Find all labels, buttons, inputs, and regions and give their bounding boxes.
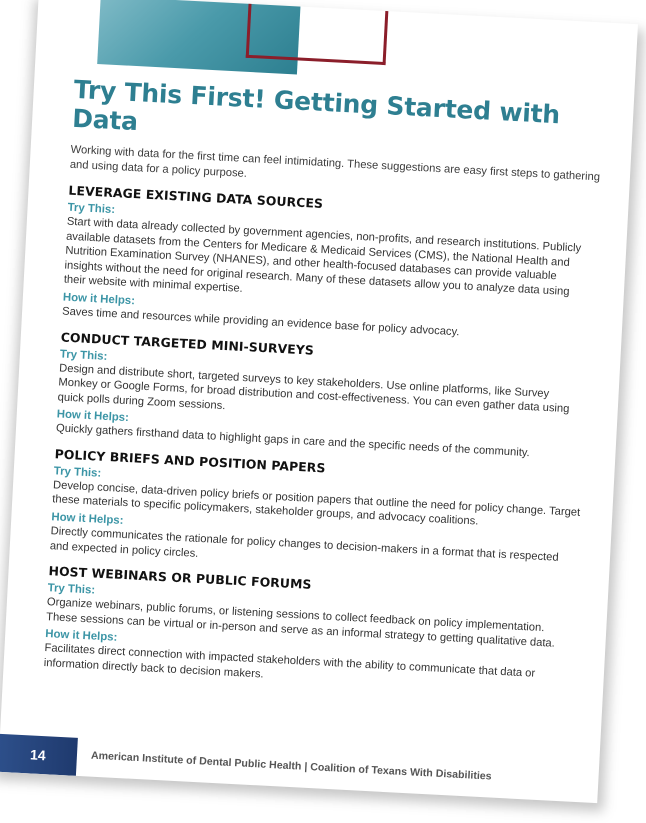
red-accent-frame [245, 0, 392, 66]
section-webinars: HOST WEBINARS OR PUBLIC FORUMS Try This:… [43, 563, 578, 698]
page-content: Try This First! Getting Started with Dat… [43, 75, 603, 698]
page-number: 14 [0, 733, 78, 776]
section-mini-surveys: CONDUCT TARGETED MINI-SURVEYS Try This: … [56, 329, 591, 464]
section-leverage-data: LEVERAGE EXISTING DATA SOURCES Try This:… [62, 183, 598, 347]
section-policy-briefs: POLICY BRIEFS AND POSITION PAPERS Try Th… [50, 446, 585, 581]
footer-organizations: American Institute of Dental Public Heal… [90, 749, 492, 783]
document-page: Try This First! Getting Started with Dat… [0, 0, 638, 804]
